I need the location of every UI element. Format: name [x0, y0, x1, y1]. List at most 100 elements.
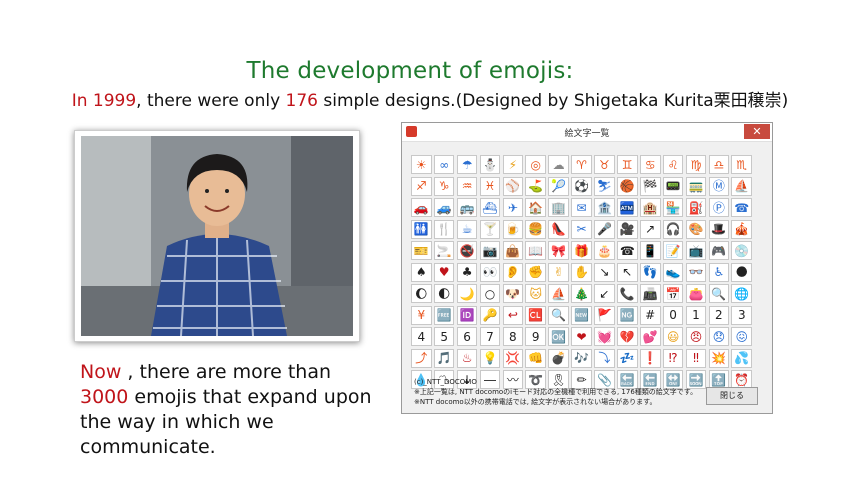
emoji-cell[interactable]: 🎫 — [411, 241, 432, 260]
emoji-cell[interactable]: 8 — [502, 327, 524, 346]
emoji-cell[interactable]: 💥 — [708, 348, 730, 368]
emoji-cell[interactable]: 😞 — [708, 327, 730, 346]
emoji-cell[interactable]: 🎶 — [571, 348, 592, 368]
emoji-cell[interactable]: 🎀 — [548, 241, 569, 260]
emoji-cell[interactable]: ⛷ — [594, 176, 615, 196]
emoji-cell[interactable]: Ⓜ — [708, 176, 730, 196]
emoji-cell[interactable]: ‼ — [685, 348, 707, 368]
emoji-cell[interactable]: 🍴 — [433, 219, 455, 239]
emoji-cell[interactable]: 🚻 — [411, 219, 432, 239]
emoji-cell[interactable]: 🆓 — [433, 305, 455, 325]
emoji-cell[interactable]: 🎾 — [548, 176, 569, 196]
emoji-cell[interactable]: 🍺 — [502, 219, 524, 239]
emoji-cell[interactable]: 👟 — [662, 262, 684, 282]
emoji-cell[interactable]: ↙ — [594, 284, 615, 303]
emoji-cell[interactable]: ☎ — [617, 241, 638, 260]
emoji-cell[interactable]: 🆖 — [617, 305, 638, 325]
emoji-cell[interactable]: ↘ — [594, 262, 615, 282]
emoji-cell[interactable]: ⛵ — [548, 284, 569, 303]
emoji-cell[interactable]: 🏧 — [617, 198, 638, 217]
emoji-cell[interactable]: 🍔 — [525, 219, 547, 239]
emoji-cell[interactable]: ❤ — [571, 327, 592, 346]
emoji-cell[interactable]: ♓ — [479, 176, 501, 196]
emoji-cell[interactable]: 👛 — [685, 284, 707, 303]
emoji-cell[interactable]: 🚙 — [433, 198, 455, 217]
emoji-cell[interactable]: ⚡ — [502, 155, 524, 174]
emoji-cell[interactable]: 🚬 — [433, 241, 455, 260]
emoji-cell[interactable]: ♥ — [433, 262, 455, 282]
emoji-cell[interactable]: 📅 — [662, 284, 684, 303]
emoji-cell[interactable]: 4 — [411, 327, 432, 346]
emoji-cell[interactable]: 😃 — [662, 327, 684, 346]
emoji-cell[interactable]: ♐ — [411, 176, 432, 196]
emoji-cell[interactable]: 📟 — [662, 176, 684, 196]
emoji-cell[interactable]: 📞 — [617, 284, 638, 303]
emoji-cell[interactable]: ⛵ — [731, 176, 753, 196]
emoji-cell[interactable]: ⛳ — [525, 176, 547, 196]
emoji-cell[interactable]: 💓 — [594, 327, 615, 346]
emoji-cell[interactable]: ☎ — [731, 198, 753, 217]
emoji-cell[interactable]: 7 — [479, 327, 501, 346]
emoji-cell[interactable]: ⁉ — [662, 348, 684, 368]
emoji-cell[interactable]: ⛽ — [685, 198, 707, 217]
emoji-cell[interactable]: ☂ — [456, 155, 478, 174]
emoji-cell[interactable]: ✋ — [571, 262, 592, 282]
emoji-cell[interactable]: 👓 — [685, 262, 707, 282]
emoji-cell[interactable]: ↗ — [639, 219, 661, 239]
emoji-cell[interactable]: 🚭 — [456, 241, 478, 260]
emoji-cell[interactable]: ⚾ — [502, 176, 524, 196]
emoji-cell[interactable]: 0 — [662, 305, 684, 325]
emoji-cell[interactable]: 9 — [525, 327, 547, 346]
emoji-cell[interactable]: 🌔 — [411, 284, 432, 303]
emoji-cell[interactable]: ♠ — [411, 262, 432, 282]
emoji-cell[interactable]: 🚗 — [411, 198, 432, 217]
emoji-cell[interactable]: ↩ — [502, 305, 524, 325]
emoji-cell[interactable]: ♈ — [571, 155, 592, 174]
emoji-cell[interactable]: ♿ — [708, 262, 730, 282]
emoji-cell[interactable]: 🌓 — [433, 284, 455, 303]
emoji-cell[interactable]: ◎ — [525, 155, 547, 174]
emoji-cell[interactable]: 🎵 — [433, 348, 455, 368]
emoji-cell[interactable]: 🎩 — [708, 219, 730, 239]
emoji-cell[interactable]: ☀ — [411, 155, 432, 174]
emoji-cell[interactable]: ⛴ — [479, 198, 501, 217]
emoji-cell[interactable]: 🔍 — [708, 284, 730, 303]
emoji-cell[interactable]: ⤵ — [594, 348, 615, 368]
emoji-cell[interactable]: 🆔 — [456, 305, 478, 325]
emoji-cell[interactable]: 🏁 — [639, 176, 661, 196]
emoji-cell[interactable]: 🆑 — [525, 305, 547, 325]
emoji-cell[interactable]: 🐱 — [525, 284, 547, 303]
emoji-cell[interactable]: ✈ — [502, 198, 524, 217]
emoji-cell[interactable]: 2 — [708, 305, 730, 325]
emoji-cell[interactable]: 🎧 — [662, 219, 684, 239]
emoji-cell[interactable]: 💢 — [502, 348, 524, 368]
emoji-cell[interactable]: 🎨 — [685, 219, 707, 239]
emoji-cell[interactable]: 🏪 — [662, 198, 684, 217]
dialog-close-button[interactable]: 閉じる — [706, 387, 758, 405]
emoji-cell[interactable]: 🏀 — [617, 176, 638, 196]
emoji-cell[interactable]: 📱 — [639, 241, 661, 260]
emoji-cell[interactable]: 👣 — [639, 262, 661, 282]
emoji-cell[interactable]: ♍ — [685, 155, 707, 174]
emoji-cell[interactable]: 📷 — [479, 241, 501, 260]
emoji-cell[interactable]: # — [639, 305, 661, 325]
emoji-cell[interactable]: 👂 — [502, 262, 524, 282]
emoji-cell[interactable]: 🎮 — [708, 241, 730, 260]
emoji-cell[interactable]: 🎥 — [617, 219, 638, 239]
emoji-cell[interactable]: ♎ — [708, 155, 730, 174]
emoji-cell[interactable]: 😠 — [685, 327, 707, 346]
emoji-cell[interactable]: 🌐 — [731, 284, 753, 303]
emoji-cell[interactable]: ✉ — [571, 198, 592, 217]
emoji-cell[interactable]: ↖ — [617, 262, 638, 282]
emoji-cell[interactable]: 😖 — [731, 327, 753, 346]
emoji-cell[interactable]: 🎂 — [594, 241, 615, 260]
emoji-cell[interactable]: 🎄 — [571, 284, 592, 303]
emoji-cell[interactable]: ♑ — [433, 176, 455, 196]
emoji-cell[interactable]: 🏦 — [594, 198, 615, 217]
emoji-cell[interactable]: 📝 — [662, 241, 684, 260]
emoji-cell[interactable]: 🏢 — [548, 198, 569, 217]
emoji-cell[interactable]: 🔍 — [548, 305, 569, 325]
emoji-cell[interactable]: 🎁 — [571, 241, 592, 260]
emoji-cell[interactable]: ⤴ — [411, 348, 432, 368]
emoji-cell[interactable]: 🏠 — [525, 198, 547, 217]
